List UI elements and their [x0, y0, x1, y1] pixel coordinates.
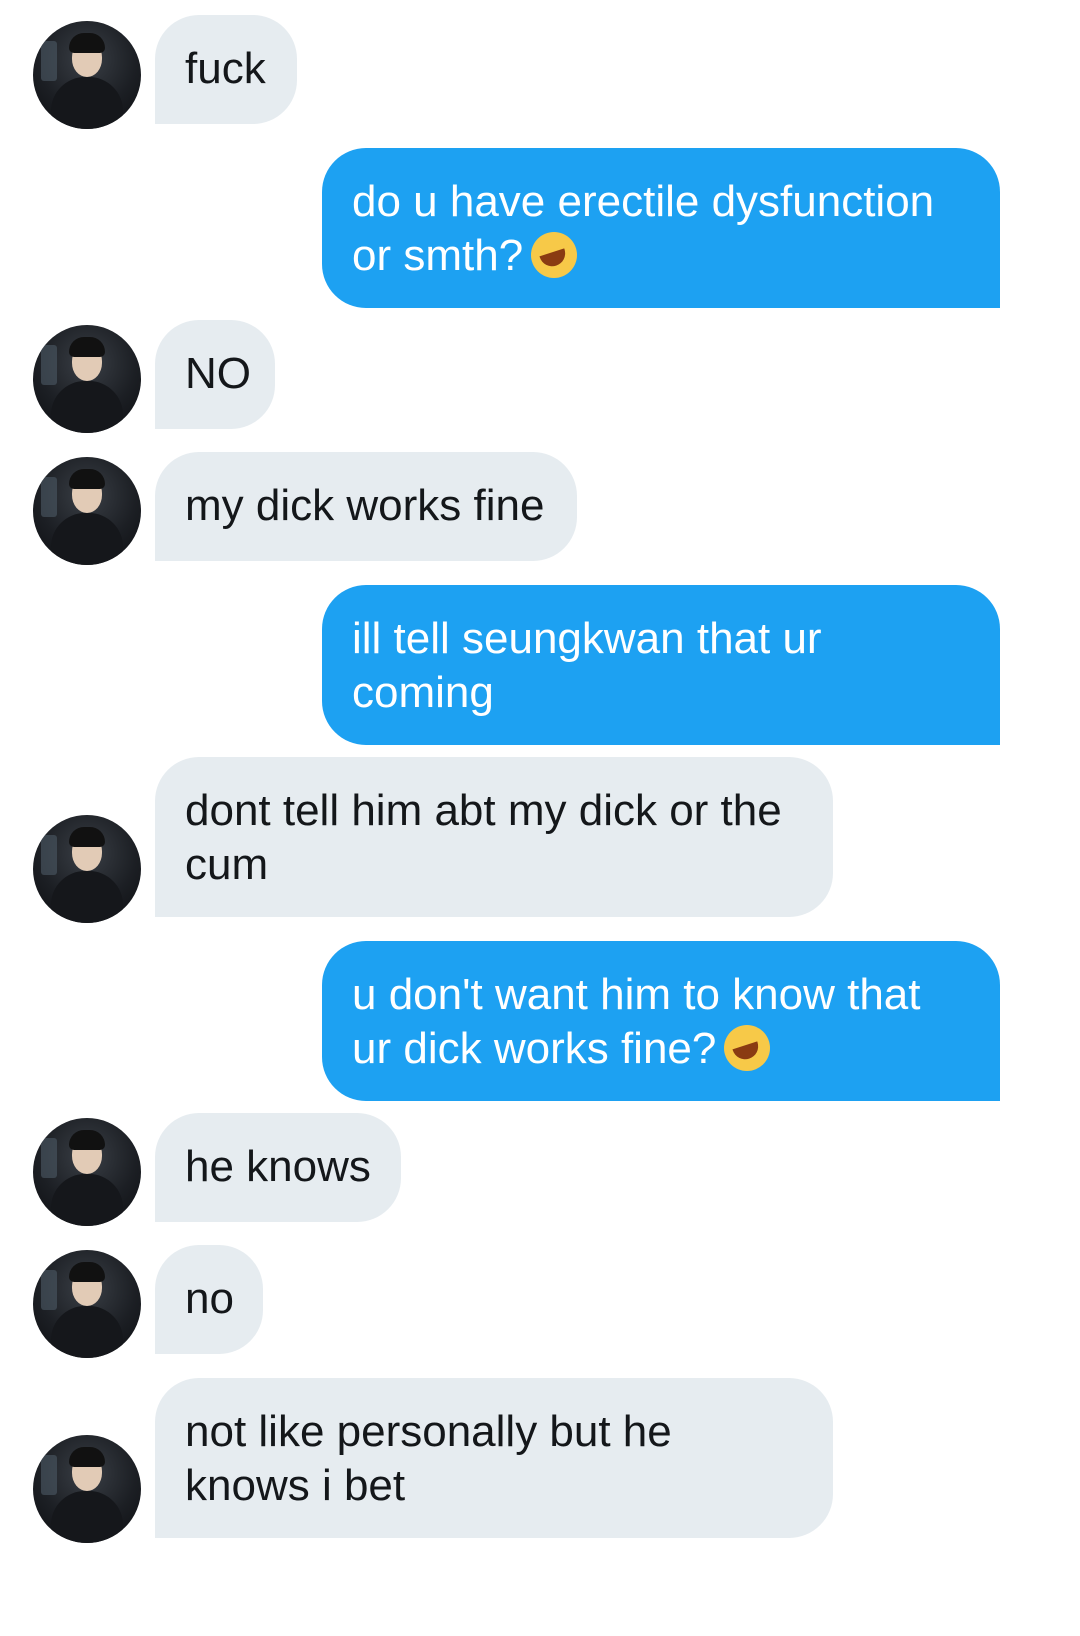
avatar[interactable]: [33, 325, 141, 433]
message-text: dont tell him abt my dick or the cum: [185, 786, 782, 889]
message-bubble-incoming[interactable]: not like personally but he knows i bet: [155, 1378, 833, 1538]
message-bubble-incoming[interactable]: fuck: [155, 15, 297, 124]
rolling-laughing-emoji-icon: [724, 1025, 771, 1071]
message-text: fuck: [185, 44, 266, 93]
message-text: no: [185, 1274, 234, 1323]
avatar[interactable]: [33, 1435, 141, 1543]
message-bubble-incoming[interactable]: no: [155, 1245, 263, 1354]
message-text: ill tell seungkwan that ur coming: [352, 614, 822, 717]
message-bubble-outgoing[interactable]: u don't want him to know that ur dick wo…: [322, 941, 1000, 1101]
message-bubble-incoming[interactable]: NO: [155, 320, 275, 429]
message-text: not like personally but he knows i bet: [185, 1407, 672, 1510]
message-text: do u have erectile dysfunction or smth?: [352, 177, 935, 280]
avatar[interactable]: [33, 21, 141, 129]
avatar[interactable]: [33, 1118, 141, 1226]
message-text: my dick works fine: [185, 481, 545, 530]
message-bubble-outgoing[interactable]: ill tell seungkwan that ur coming: [322, 585, 1000, 745]
message-bubble-incoming[interactable]: my dick works fine: [155, 452, 577, 561]
avatar[interactable]: [33, 1250, 141, 1358]
message-bubble-incoming[interactable]: he knows: [155, 1113, 401, 1222]
rolling-laughing-emoji-icon: [531, 232, 578, 278]
message-bubble-outgoing[interactable]: do u have erectile dysfunction or smth?: [322, 148, 1000, 308]
avatar[interactable]: [33, 815, 141, 923]
message-text: NO: [185, 349, 251, 398]
message-text: he knows: [185, 1142, 371, 1191]
message-text: u don't want him to know that ur dick wo…: [352, 970, 921, 1073]
message-bubble-incoming[interactable]: dont tell him abt my dick or the cum: [155, 757, 833, 917]
avatar[interactable]: [33, 457, 141, 565]
